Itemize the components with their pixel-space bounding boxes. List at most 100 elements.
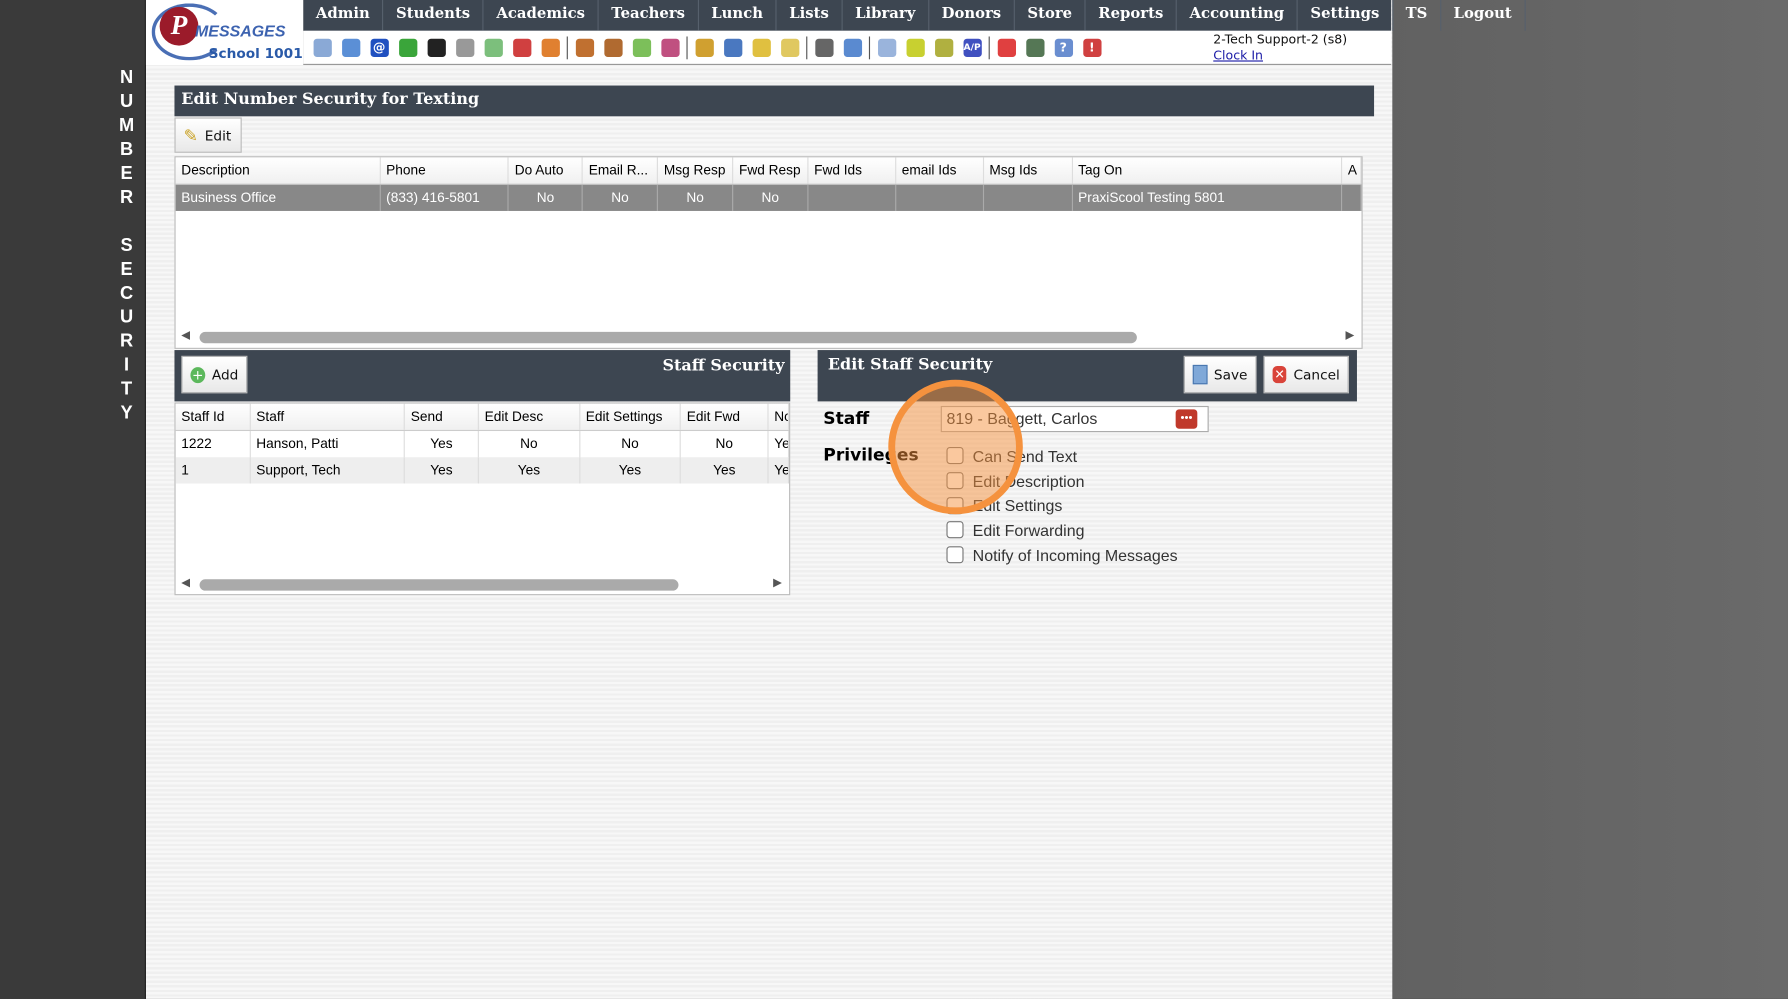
spreadsheet-icon[interactable]: [877, 38, 896, 57]
save-button[interactable]: Save: [1183, 355, 1257, 394]
column-header[interactable]: Staff Id: [176, 403, 251, 430]
speaker-icon[interactable]: [455, 38, 474, 57]
nav-logout[interactable]: Logout: [1441, 0, 1526, 31]
privilege-checkbox[interactable]: [946, 521, 964, 539]
nav-reports[interactable]: Reports: [1086, 0, 1178, 31]
scroll-right-arrow[interactable]: ▶: [773, 577, 782, 590]
column-header[interactable]: Edit Settings: [580, 403, 682, 430]
column-header[interactable]: Staff: [251, 403, 406, 430]
nav-academics[interactable]: Academics: [484, 0, 599, 31]
nav-lunch[interactable]: Lunch: [699, 0, 777, 31]
calendar-grid-icon[interactable]: [341, 38, 360, 57]
column-header[interactable]: Fwd Ids: [808, 157, 897, 184]
privilege-checkbox[interactable]: [946, 472, 964, 490]
scroll-left-arrow[interactable]: ◀: [181, 577, 190, 590]
table-row[interactable]: 1222Hanson, PattiYesNoNoNoYes: [176, 431, 790, 458]
nav-store[interactable]: Store: [1015, 0, 1086, 31]
column-header[interactable]: email Ids: [896, 157, 984, 184]
nav-teachers[interactable]: Teachers: [599, 0, 699, 31]
nav-admin[interactable]: Admin: [303, 0, 384, 31]
clock-in-link[interactable]: Clock In: [1213, 48, 1263, 63]
column-header[interactable]: Msg Resp: [658, 157, 734, 184]
help-icon[interactable]: ?: [1054, 38, 1073, 57]
add-icon: +: [190, 366, 205, 383]
money-icon[interactable]: [632, 38, 651, 57]
print-check-icon[interactable]: [934, 38, 953, 57]
scroll-right-arrow[interactable]: ▶: [1346, 330, 1355, 343]
logo-text: MESSAGES: [194, 21, 286, 40]
table-row[interactable]: Business Office (833) 416-5801 No No No No Pra…: [175, 184, 1362, 211]
email-at-icon[interactable]: @: [370, 38, 389, 57]
nav-donors[interactable]: Donors: [929, 0, 1015, 31]
nav-settings[interactable]: Settings: [1298, 0, 1394, 31]
nav-accounting[interactable]: Accounting: [1177, 0, 1298, 31]
privilege-label: Edit Settings: [972, 496, 1063, 515]
nav-ts[interactable]: TS: [1393, 0, 1442, 31]
privilege-option[interactable]: Notify of Incoming Messages: [946, 542, 1178, 567]
privilege-label: Can Send Text: [972, 446, 1078, 466]
lookup-ellipsis-icon[interactable]: •••: [1175, 409, 1198, 429]
column-header[interactable]: Edit Fwd: [681, 403, 769, 430]
column-header[interactable]: Tag On: [1072, 157, 1343, 184]
add-student-icon[interactable]: [575, 38, 594, 57]
nav-lists[interactable]: Lists: [777, 0, 843, 31]
cancel-x-icon: ✕: [1272, 366, 1287, 384]
column-header[interactable]: A: [1342, 157, 1362, 184]
staff-input[interactable]: 819 - Baggett, Carlos •••: [940, 405, 1209, 433]
accounts-payable-icon[interactable]: A/P: [962, 38, 982, 57]
mobile-phone-icon[interactable]: [427, 38, 446, 57]
alarm-clock-icon[interactable]: [843, 38, 862, 57]
table-cell: No: [580, 431, 682, 458]
column-header[interactable]: Msg Ids: [984, 157, 1073, 184]
privilege-checkbox[interactable]: [946, 447, 964, 465]
table-cell: No: [658, 184, 734, 211]
table-row[interactable]: 1Support, TechYesYesYesYesYes: [175, 457, 790, 484]
chat-add-icon[interactable]: [398, 38, 417, 57]
date-calendar-icon[interactable]: [512, 38, 531, 57]
teacher-icon[interactable]: [814, 38, 833, 57]
cash-register-icon[interactable]: [1025, 38, 1044, 57]
column-header[interactable]: Edit Desc: [479, 403, 581, 430]
parents-icon[interactable]: [660, 38, 680, 57]
nav-students[interactable]: Students: [384, 0, 484, 31]
horizontal-scrollbar[interactable]: [199, 331, 1137, 344]
privilege-checkbox[interactable]: [946, 496, 964, 514]
privilege-option[interactable]: Edit Settings: [946, 493, 1177, 518]
cancel-button[interactable]: ✕ Cancel: [1263, 355, 1349, 394]
table-cell: Hanson, Patti: [251, 431, 406, 458]
student-icon[interactable]: [603, 38, 623, 57]
privilege-option[interactable]: Edit Forwarding: [946, 518, 1177, 543]
column-header[interactable]: Send: [405, 403, 479, 430]
column-header[interactable]: Phone: [380, 157, 510, 184]
export-note-icon[interactable]: [780, 38, 799, 57]
book-icon[interactable]: [723, 38, 742, 57]
column-header[interactable]: Description: [176, 157, 381, 184]
vertical-title-letter: [114, 210, 139, 234]
search-icon[interactable]: [313, 38, 332, 57]
column-header[interactable]: Email R...: [583, 157, 659, 184]
app-logo[interactable]: P MESSAGES School 1001: [145, 0, 305, 65]
toolbar-separator: [868, 35, 871, 59]
table-cell: [808, 184, 897, 211]
privilege-checkbox[interactable]: [946, 546, 964, 564]
card-icon[interactable]: [905, 38, 925, 57]
lunch-burger-icon[interactable]: [695, 38, 714, 57]
pdf-icon[interactable]: [997, 38, 1016, 57]
privilege-option[interactable]: Can Send Text: [946, 444, 1177, 469]
nav-library[interactable]: Library: [843, 0, 930, 31]
vertical-title-letter: Y: [120, 403, 133, 424]
megaphone-icon[interactable]: [541, 38, 560, 57]
add-button[interactable]: + Add: [181, 355, 248, 394]
cancel-label: Cancel: [1293, 366, 1340, 383]
scroll-left-arrow[interactable]: ◀: [181, 330, 190, 343]
stop-icon[interactable]: !: [1082, 38, 1101, 57]
column-header[interactable]: Do Auto: [509, 157, 584, 184]
schedule-icon[interactable]: [484, 38, 503, 57]
column-header[interactable]: No: [769, 403, 790, 430]
privilege-label: Edit Forwarding: [972, 521, 1085, 540]
horizontal-scrollbar[interactable]: [199, 579, 679, 591]
privilege-option[interactable]: Edit Description: [946, 468, 1177, 493]
bell-icon[interactable]: [752, 38, 771, 57]
edit-button[interactable]: ✎ Edit: [174, 117, 242, 153]
column-header[interactable]: Fwd Resp: [733, 157, 809, 184]
